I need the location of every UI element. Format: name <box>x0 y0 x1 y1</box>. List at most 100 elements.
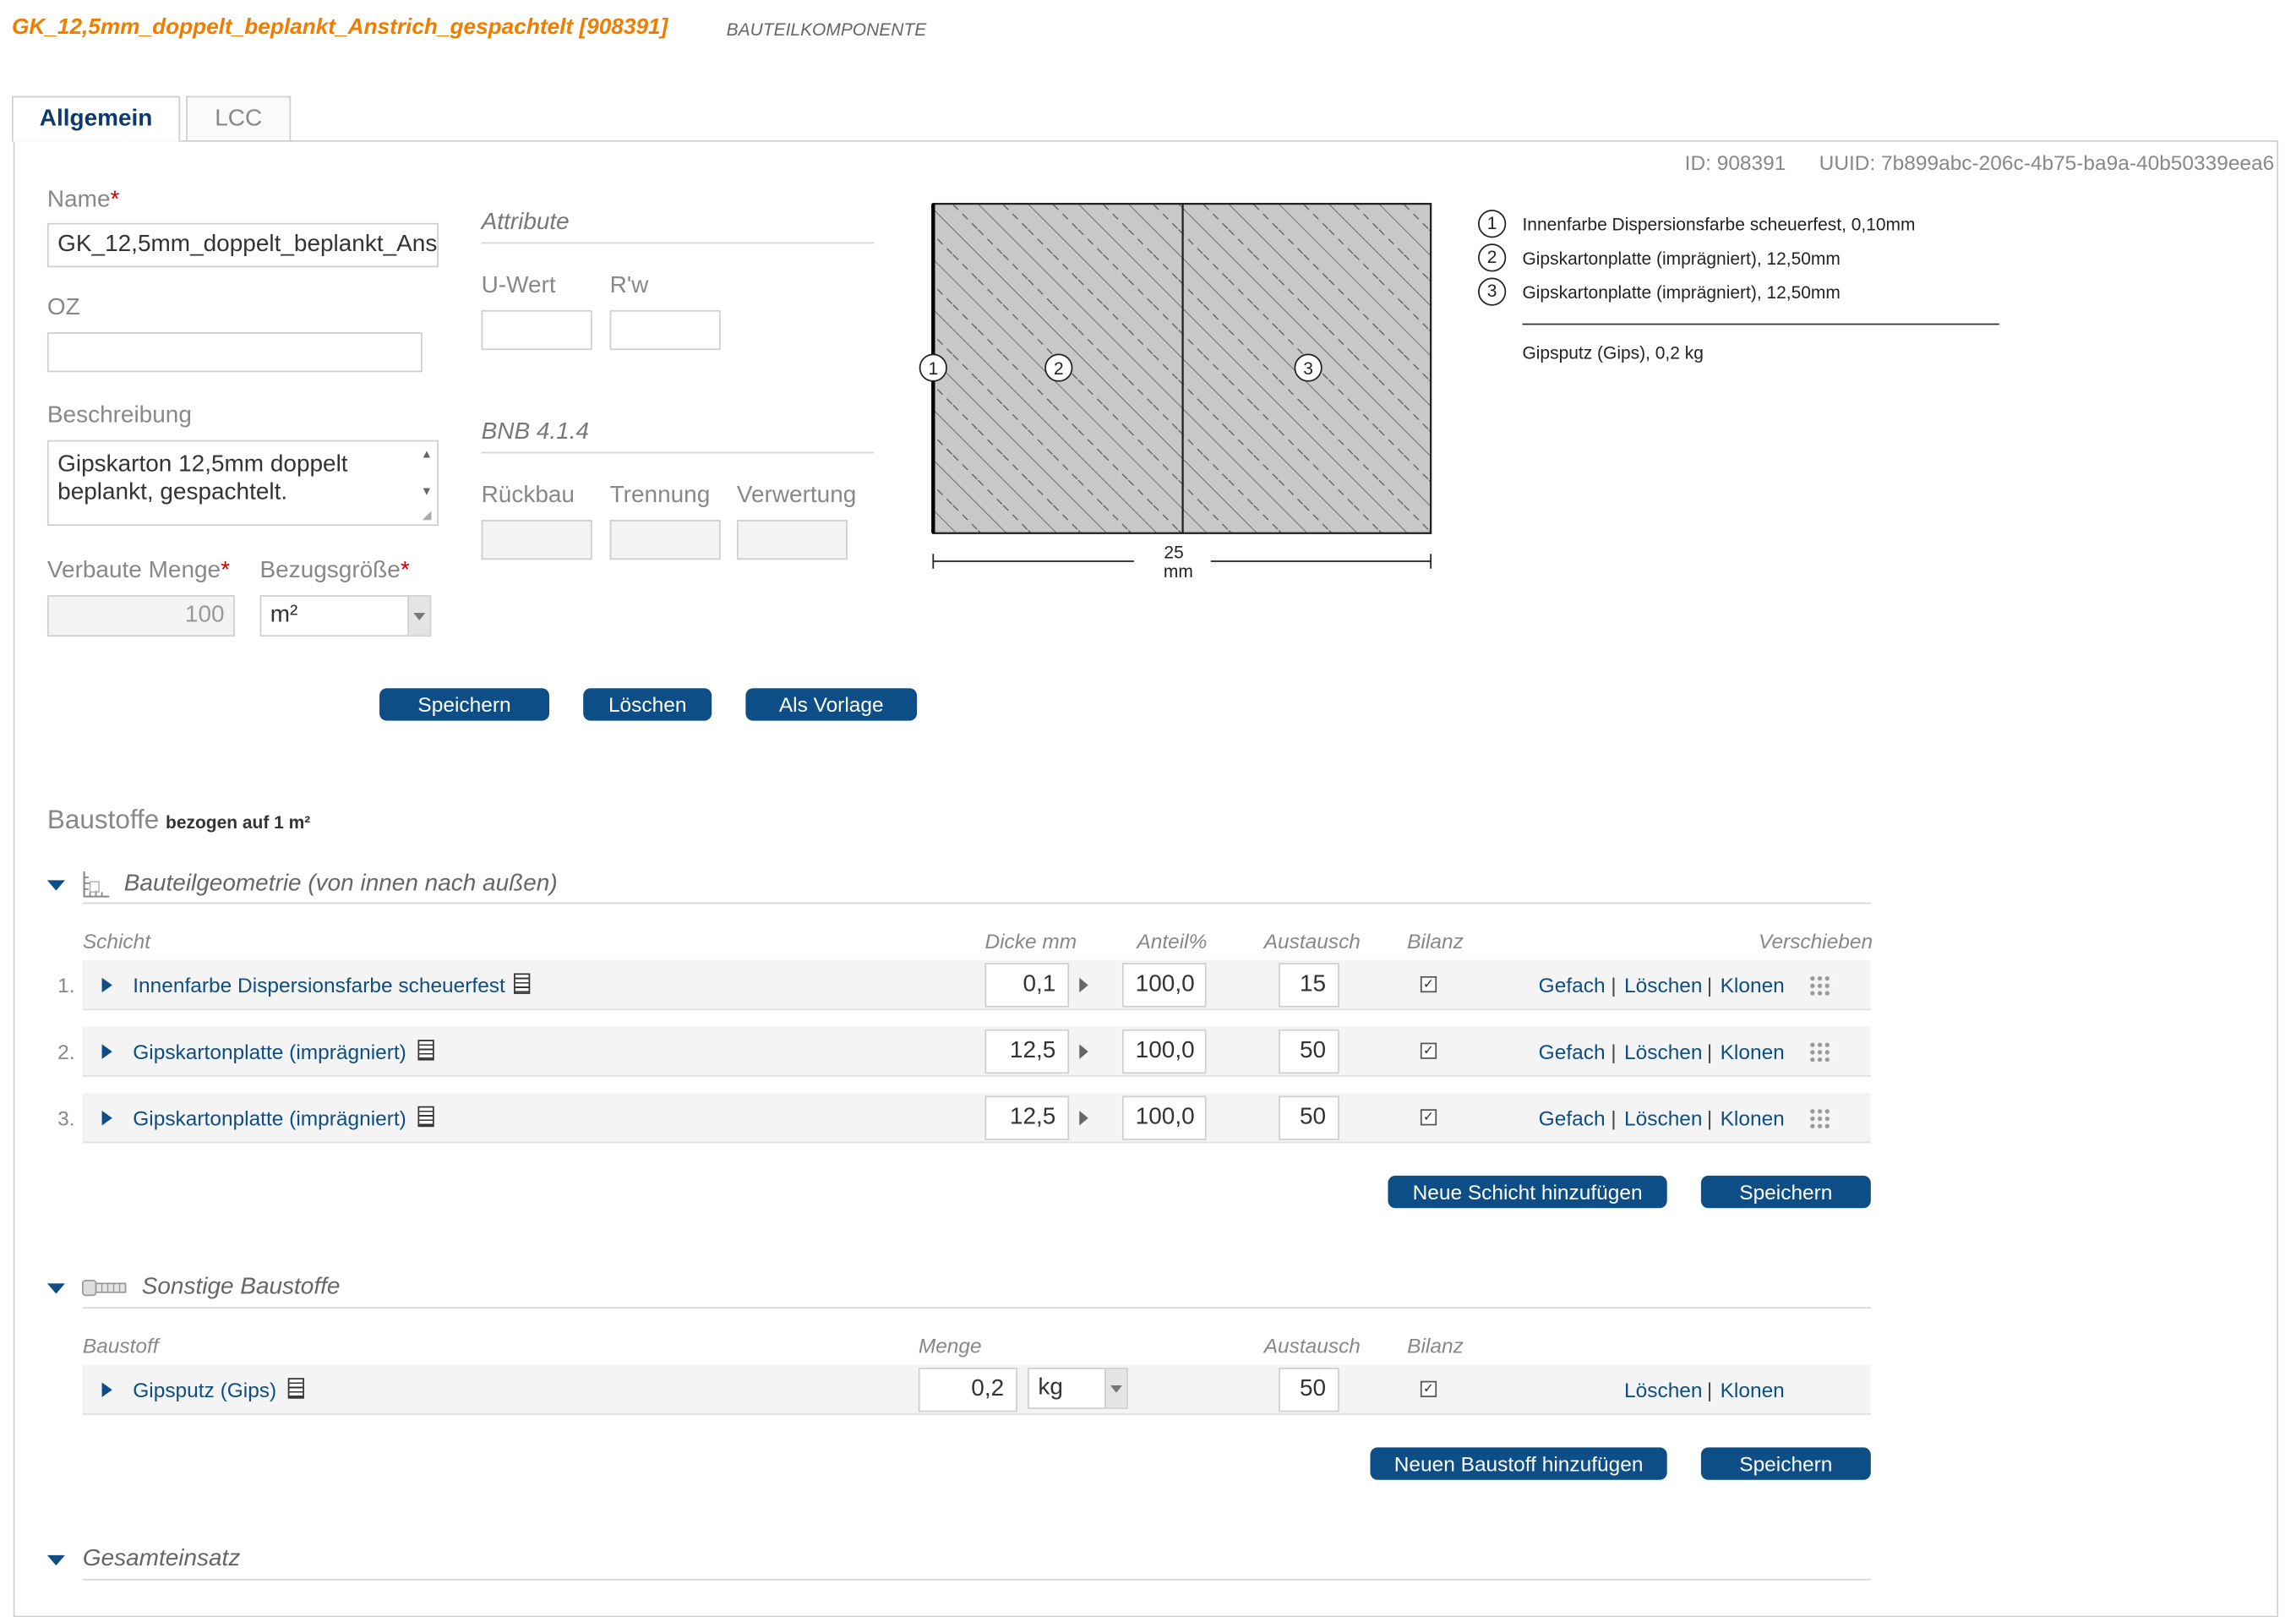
klonen-link[interactable]: Klonen <box>1721 1040 1785 1063</box>
gefach-link[interactable]: Gefach <box>1539 1106 1606 1130</box>
separator: | <box>1706 973 1713 997</box>
u-wert-input[interactable] <box>481 309 592 351</box>
datasheet-icon[interactable] <box>417 1040 434 1061</box>
anteil-input[interactable]: 100,0 <box>1121 1095 1207 1140</box>
chevron-down-icon <box>1104 1368 1127 1408</box>
oz-input[interactable] <box>46 332 423 373</box>
klonen-link[interactable]: Klonen <box>1721 1378 1785 1401</box>
collapse-gesamt-icon[interactable] <box>46 1554 65 1566</box>
bilanz-checkbox[interactable]: ✓ <box>1420 975 1437 993</box>
rw-input[interactable] <box>609 309 721 351</box>
dicke-input[interactable]: 12,5 <box>984 1095 1070 1140</box>
baustoffe-heading: Baustoffe bezogen auf 1 m² <box>47 805 310 836</box>
col-bilanz: Bilanz <box>1407 929 1464 953</box>
page-type-label: BAUTEILKOMPONENTE <box>726 19 927 41</box>
material-name-link[interactable]: Gipsputz (Gips) <box>133 1378 276 1401</box>
svg-text:1: 1 <box>928 359 938 379</box>
drag-handle-icon[interactable] <box>1808 1107 1833 1128</box>
bilanz-checkbox[interactable]: ✓ <box>1420 1109 1437 1126</box>
screw-icon <box>81 1280 127 1297</box>
austausch-input[interactable]: 50 <box>1279 1095 1339 1140</box>
name-input[interactable]: GK_12,5mm_doppelt_beplankt_Anstrich_gesp… <box>46 222 439 268</box>
drag-handle-icon[interactable] <box>1808 975 1833 996</box>
tab-allgemein[interactable]: Allgemein <box>11 96 181 142</box>
col-austausch: Austausch <box>1263 929 1361 953</box>
chevron-down-icon <box>407 596 430 636</box>
save-layers-button[interactable]: Speichern <box>1700 1175 1871 1209</box>
dicke-input[interactable]: 0,1 <box>984 963 1070 1008</box>
dicke-expand-icon[interactable] <box>1079 977 1088 993</box>
verwertung-label: Verwertung <box>736 483 857 509</box>
as-template-button[interactable]: Als Vorlage <box>745 688 918 721</box>
loeschen-link[interactable]: Löschen <box>1624 973 1702 997</box>
layer-name-link[interactable]: Innenfarbe Dispersionsfarbe scheuerfest <box>133 973 505 997</box>
col-schicht: Schicht <box>82 929 151 953</box>
datasheet-icon[interactable] <box>417 1106 434 1128</box>
legend-other-material: Gipsputz (Gips), 0,2 kg <box>1522 342 1704 363</box>
bilanz-checkbox[interactable]: ✓ <box>1420 1380 1437 1397</box>
gefach-link[interactable]: Gefach <box>1539 1040 1606 1063</box>
expand-row-icon[interactable] <box>101 1044 112 1059</box>
bezug-select[interactable]: m² <box>259 595 432 637</box>
anteil-input[interactable]: 100,0 <box>1121 1029 1207 1074</box>
expand-row-icon[interactable] <box>101 977 112 993</box>
drag-handle-icon[interactable] <box>1808 1041 1833 1063</box>
delete-button[interactable]: Löschen <box>583 688 712 721</box>
legend-text-3: Gipskartonplatte (imprägniert), 12,50mm <box>1522 281 1841 303</box>
anteil-input[interactable]: 100,0 <box>1121 963 1207 1008</box>
rueckbau-input[interactable] <box>481 520 592 560</box>
scroll-up-icon[interactable]: ▲ <box>421 447 433 461</box>
loeschen-link[interactable]: Löschen <box>1624 1378 1702 1401</box>
austausch-input[interactable]: 50 <box>1279 1367 1339 1412</box>
bilanz-checkbox[interactable]: ✓ <box>1420 1042 1437 1059</box>
trennung-input[interactable] <box>609 520 721 560</box>
tab-lcc[interactable]: LCC <box>186 96 292 140</box>
save-button[interactable]: Speichern <box>379 688 549 721</box>
unit-select[interactable]: kg <box>1028 1367 1128 1409</box>
dicke-expand-icon[interactable] <box>1079 1044 1088 1059</box>
klonen-link[interactable]: Klonen <box>1721 973 1785 997</box>
baustoffe-title: Baustoffe <box>46 805 160 835</box>
scroll-down-icon[interactable]: ▼ <box>421 484 433 498</box>
gefach-link[interactable]: Gefach <box>1539 973 1606 997</box>
row-number: 3. <box>57 1106 75 1130</box>
loeschen-link[interactable]: Löschen <box>1624 1040 1702 1063</box>
loeschen-link[interactable]: Löschen <box>1624 1106 1702 1130</box>
verwertung-input[interactable] <box>736 520 848 560</box>
datasheet-icon[interactable] <box>514 973 531 994</box>
dicke-input[interactable]: 12,5 <box>984 1029 1070 1074</box>
marker-2: 2 <box>1044 353 1073 382</box>
expand-row-icon[interactable] <box>101 1382 112 1397</box>
save-materials-button[interactable]: Speichern <box>1700 1447 1871 1480</box>
rw-label: R'w <box>609 273 649 298</box>
dicke-expand-icon[interactable] <box>1079 1110 1088 1126</box>
austausch-input[interactable]: 50 <box>1279 1029 1339 1074</box>
separator: | <box>1706 1040 1713 1064</box>
austausch-input[interactable]: 15 <box>1279 963 1339 1008</box>
layer-name-link[interactable]: Gipskartonplatte (imprägniert) <box>133 1040 406 1063</box>
collapse-geometrie-icon[interactable] <box>46 880 65 891</box>
menge-input[interactable]: 0,2 <box>918 1367 1017 1412</box>
beschreibung-label: Beschreibung <box>46 403 192 429</box>
menge-input[interactable]: 100 <box>46 595 235 637</box>
datasheet-icon[interactable] <box>287 1378 304 1399</box>
separator: | <box>1611 1040 1617 1064</box>
col-dicke: Dicke mm <box>984 929 1077 953</box>
col-baustoff: Baustoff <box>82 1333 159 1358</box>
row-number: 2. <box>57 1040 75 1064</box>
col-austausch: Austausch <box>1263 1333 1361 1358</box>
collapse-sonstige-icon[interactable] <box>46 1283 65 1294</box>
resize-handle-icon[interactable]: ◢ <box>423 508 432 522</box>
bnb-divider <box>481 451 875 454</box>
attribute-heading: Attribute <box>481 210 570 235</box>
add-material-button[interactable]: Neuen Baustoff hinzufügen <box>1370 1447 1667 1480</box>
sonstige-divider <box>82 1307 1871 1309</box>
klonen-link[interactable]: Klonen <box>1721 1106 1785 1130</box>
add-layer-button[interactable]: Neue Schicht hinzufügen <box>1388 1175 1667 1209</box>
bnb-heading: BNB 4.1.4 <box>481 419 590 445</box>
beschreibung-textarea[interactable]: Gipskarton 12,5mm doppelt beplankt, gesp… <box>46 440 439 527</box>
expand-row-icon[interactable] <box>101 1110 112 1126</box>
rueckbau-label: Rückbau <box>481 483 575 509</box>
layer-name-link[interactable]: Gipskartonplatte (imprägniert) <box>133 1106 406 1130</box>
col-menge: Menge <box>918 1333 982 1358</box>
